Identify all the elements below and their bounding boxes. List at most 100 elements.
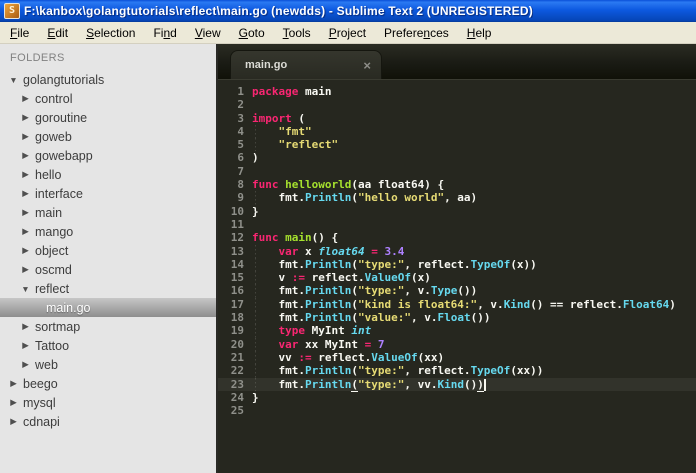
sidebar-item-interface[interactable]: ▶ interface <box>0 184 216 203</box>
code-line[interactable]: 13 var x float64 = 3.4 <box>218 244 696 258</box>
sidebar-item-golangtutorials[interactable]: ▼ golangtutorials <box>0 70 216 89</box>
line-number: 21 <box>230 350 244 364</box>
menu-item-goto[interactable]: Goto <box>230 24 274 42</box>
sidebar-item-control[interactable]: ▶ control <box>0 89 216 108</box>
chevron-right-icon: ▶ <box>22 188 29 198</box>
code-line-content: v := reflect.ValueOf(x) <box>244 271 431 285</box>
chevron-right-icon: ▶ <box>22 321 29 331</box>
sidebar-item-object[interactable]: ▶ object <box>0 241 216 260</box>
code-token: type <box>278 324 306 338</box>
sidebar-item-web[interactable]: ▶ web <box>0 355 216 374</box>
code-token: ( <box>351 284 358 298</box>
sidebar-item-label: oscmd <box>35 262 72 277</box>
code-line-content <box>244 404 252 417</box>
sidebar-item-beego[interactable]: ▶ beego <box>0 374 216 393</box>
code-line[interactable]: 23 fmt.Println("type:", vv.Kind()) <box>218 377 696 392</box>
menu-item-help[interactable]: Help <box>458 24 501 42</box>
code-token: "hello world" <box>357 191 445 205</box>
code-line[interactable]: 12 func main() { <box>218 231 696 244</box>
sidebar-item-oscmd[interactable]: ▶ oscmd <box>0 260 216 279</box>
sidebar-item-main-go[interactable]: main.go <box>0 298 216 317</box>
code-token: package <box>252 85 299 98</box>
sidebar-item-mysql[interactable]: ▶ mysql <box>0 393 216 412</box>
code-line[interactable]: 16 fmt.Println("type:", v.Type()) <box>218 284 696 298</box>
menu-item-preferences[interactable]: Preferences <box>375 24 458 42</box>
code-line-content: fmt.Println("hello world", aa) <box>244 191 478 205</box>
code-line-content: fmt.Println("type:", vv.Kind()) <box>244 377 486 392</box>
code-line[interactable]: 20 var xx MyInt = 7 <box>218 337 696 351</box>
menu-item-file[interactable]: File <box>1 24 38 42</box>
sidebar-item-gowebapp[interactable]: ▶ gowebapp <box>0 146 216 165</box>
code-line[interactable]: 18 fmt.Println("value:", v.Float()) <box>218 311 696 325</box>
code-line[interactable]: 3 import ( <box>218 112 696 125</box>
code-token: = <box>371 244 378 258</box>
line-number: 3 <box>237 111 244 125</box>
code-line[interactable]: 4 "fmt" <box>218 124 696 139</box>
code-token: 7 <box>377 337 385 351</box>
menu-item-find[interactable]: Find <box>144 24 185 42</box>
code-line-content: } <box>244 205 259 218</box>
code-line[interactable]: 17 fmt.Println("kind is float64:", v.Kin… <box>218 297 696 312</box>
code-line[interactable]: 24} <box>218 391 696 404</box>
code-token: , reflect. <box>404 257 471 271</box>
code-token: ( <box>351 377 358 392</box>
menu-item-selection[interactable]: Selection <box>77 24 144 42</box>
menu-item-project[interactable]: Project <box>320 24 375 42</box>
sidebar-item-main[interactable]: ▶ main <box>0 203 216 222</box>
code-line[interactable]: 19 type MyInt int <box>218 324 696 338</box>
sidebar: FOLDERS ▼ golangtutorials ▶ control ▶ gorouti… <box>0 44 218 473</box>
code-token: ) <box>669 297 676 311</box>
code-line[interactable]: 7 <box>218 165 696 178</box>
code-line[interactable]: 22 fmt.Println("type:", reflect.TypeOf(x… <box>218 364 696 378</box>
code-token: , aa) <box>444 191 478 205</box>
sidebar-item-cdnapi[interactable]: ▶ cdnapi <box>0 412 216 431</box>
code-line[interactable]: 9 fmt.Println("hello world", aa) <box>218 191 696 205</box>
sidebar-item-reflect[interactable]: ▼ reflect <box>0 279 216 298</box>
code-token: fmt. <box>252 297 305 311</box>
sublime-app-icon: S <box>4 3 20 19</box>
chevron-right-icon: ▶ <box>22 340 29 350</box>
menu-item-view[interactable]: View <box>186 24 230 42</box>
line-number: 17 <box>230 297 244 311</box>
tab-main-go[interactable]: main.go × <box>230 50 382 79</box>
code-token: Println <box>304 364 352 378</box>
line-number: 18 <box>230 311 244 325</box>
sidebar-item-goroutine[interactable]: ▶ goroutine <box>0 108 216 127</box>
sidebar-item-mango[interactable]: ▶ mango <box>0 222 216 241</box>
code-line[interactable]: 14 fmt.Println("type:", reflect.TypeOf(x… <box>218 257 696 272</box>
code-token: Println <box>304 297 352 311</box>
sidebar-item-hello[interactable]: ▶ hello <box>0 165 216 184</box>
code-area[interactable]: 1 package main 2 3 import (4 "fmt" 5 "reflect… <box>218 80 696 473</box>
chevron-down-icon: ▼ <box>9 74 18 85</box>
menu-item-tools[interactable]: Tools <box>274 24 320 42</box>
menu-item-edit[interactable]: Edit <box>38 24 77 42</box>
code-line[interactable]: 21 vv := reflect.ValueOf(xx) <box>218 350 696 365</box>
code-line[interactable]: 11 <box>218 218 696 231</box>
sidebar-item-sortmap[interactable]: ▶ sortmap <box>0 317 216 336</box>
sidebar-item-label: hello <box>35 167 62 182</box>
sidebar-item-label: golangtutorials <box>23 72 105 87</box>
code-line[interactable]: 5 "reflect" <box>218 138 696 152</box>
code-token: vv <box>252 350 299 364</box>
code-line[interactable]: 6) <box>218 151 696 164</box>
code-token: } <box>252 390 259 404</box>
code-line[interactable]: 15 v := reflect.ValueOf(x) <box>218 271 696 285</box>
chevron-right-icon: ▶ <box>22 150 29 160</box>
line-number: 1 <box>237 85 244 98</box>
code-line-content: } <box>244 391 259 404</box>
code-line[interactable]: 2 <box>218 98 696 111</box>
code-line[interactable]: 25 <box>218 404 696 417</box>
code-token: fmt. <box>252 191 305 205</box>
code-line-content: vv := reflect.ValueOf(xx) <box>244 350 445 365</box>
code-token: fmt. <box>252 364 305 378</box>
sidebar-item-goweb[interactable]: ▶ goweb <box>0 127 216 146</box>
code-token: ( <box>351 364 358 378</box>
sidebar-item-tattoo[interactable]: ▶ Tattoo <box>0 336 216 355</box>
code-line-content: import ( <box>244 112 305 125</box>
code-line[interactable]: 8 func helloworld(aa float64) { <box>218 178 696 191</box>
tab-close-icon[interactable]: × <box>363 59 371 72</box>
code-line[interactable]: 1 package main <box>218 85 696 98</box>
code-token: (x)) <box>510 257 537 271</box>
code-line[interactable]: 10} <box>218 205 696 218</box>
